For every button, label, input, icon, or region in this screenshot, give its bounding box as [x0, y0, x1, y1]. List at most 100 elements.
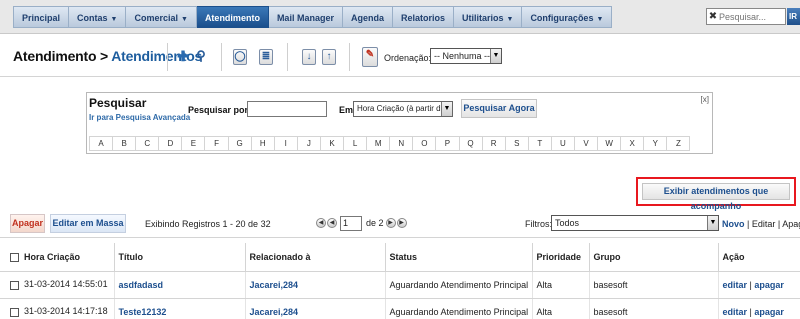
delete-button[interactable]: Apagar: [10, 214, 45, 233]
search-icon[interactable]: ⚲: [194, 49, 208, 65]
letter-p[interactable]: P: [435, 136, 460, 151]
letter-z[interactable]: Z: [666, 136, 691, 151]
cell-titulo: Teste12132: [113, 298, 245, 319]
select-all-checkbox[interactable]: [10, 252, 19, 262]
letter-q[interactable]: Q: [458, 136, 483, 151]
tools-icon[interactable]: ✎: [362, 47, 378, 67]
record-count: Exibindo Registros 1 - 20 de 32: [145, 219, 271, 229]
search-field-select[interactable]: Hora Criação (à partir de) ▼: [353, 101, 453, 117]
column-status[interactable]: Status: [384, 243, 532, 272]
cell-grupo: basesoft: [588, 298, 718, 319]
letter-l[interactable]: L: [343, 136, 368, 151]
filter-select[interactable]: Todos ▼: [551, 215, 719, 231]
letter-o[interactable]: O: [412, 136, 437, 151]
delete-link[interactable]: apagar: [754, 307, 784, 317]
tab-comercial[interactable]: Comercial ▼: [126, 6, 197, 28]
search-panel-title: Pesquisar: [89, 96, 147, 110]
page-title: Atendimento > Atendimentos: [13, 48, 202, 64]
chevron-down-icon: ▼: [110, 16, 118, 23]
letter-d[interactable]: D: [158, 136, 183, 151]
pagination: ◀ ◀ 1 de 2 ▶ ▶: [316, 215, 408, 231]
page-header: Atendimento > Atendimentos ✚ ⚲ ◯ ≣ ↓ ↑ ✎…: [0, 35, 800, 77]
first-page-icon[interactable]: ◀: [316, 218, 326, 228]
edit-link[interactable]: editar: [723, 280, 748, 290]
letter-y[interactable]: Y: [643, 136, 668, 151]
tab-agenda[interactable]: Agenda: [342, 6, 393, 28]
chevron-down-icon: ▼: [506, 16, 514, 23]
letter-r[interactable]: R: [481, 136, 506, 151]
import-icon[interactable]: ↓: [302, 49, 316, 65]
letter-x[interactable]: X: [620, 136, 645, 151]
column-grupo[interactable]: Grupo: [588, 243, 718, 272]
tab-utilitarios[interactable]: Utilitarios ▼: [453, 6, 523, 28]
letter-m[interactable]: M: [366, 136, 391, 151]
table-row: 31-03-2014 14:55:01 asdfadasd Jacarei,28…: [0, 271, 800, 299]
letter-n[interactable]: N: [389, 136, 414, 151]
filter-edit-delete-links[interactable]: | Editar | Apagar: [745, 219, 800, 229]
related-link[interactable]: Jacarei,284: [250, 280, 299, 290]
cell-prioridade: Alta: [531, 271, 589, 299]
tab-principal[interactable]: Principal: [13, 6, 70, 28]
ticket-title-link[interactable]: Teste12132: [119, 307, 167, 317]
letter-w[interactable]: W: [597, 136, 622, 151]
global-search-input[interactable]: [719, 11, 779, 22]
wrench-icon[interactable]: ✖: [707, 11, 719, 22]
letter-f[interactable]: F: [204, 136, 229, 151]
sort-label: Ordenação:: [384, 53, 432, 63]
column-titulo[interactable]: Título: [113, 243, 245, 272]
column-prioridade[interactable]: Prioridade: [531, 243, 589, 272]
tab-mail-manager[interactable]: Mail Manager: [268, 6, 343, 28]
letter-a[interactable]: A: [89, 136, 114, 151]
column-relacionado[interactable]: Relacionado à: [244, 243, 385, 272]
letter-j[interactable]: J: [296, 136, 321, 151]
letter-i[interactable]: I: [273, 136, 298, 151]
letter-g[interactable]: G: [227, 136, 252, 151]
speech-bubble-icon[interactable]: ◯: [233, 49, 247, 65]
letter-b[interactable]: B: [112, 136, 137, 151]
new-filter-link[interactable]: Novo: [722, 219, 745, 229]
search-go-button[interactable]: IR: [787, 8, 800, 25]
letter-h[interactable]: H: [250, 136, 275, 151]
prev-page-icon[interactable]: ◀: [327, 218, 337, 228]
letter-v[interactable]: V: [573, 136, 599, 151]
export-icon[interactable]: ↑: [322, 49, 336, 65]
search-by-label: Pesquisar por: [188, 105, 249, 115]
column-acao: Ação: [717, 243, 800, 272]
letter-t[interactable]: T: [527, 136, 552, 151]
cell-status: Aguardando Atendimento Principal: [384, 271, 532, 299]
letter-k[interactable]: K: [319, 136, 345, 151]
search-submit-button[interactable]: Pesquisar Agora: [461, 99, 537, 118]
advanced-search-link[interactable]: Ir para Pesquisa Avançada: [89, 113, 190, 122]
clipboard-icon[interactable]: ≣: [259, 49, 273, 65]
sort-select[interactable]: -- Nenhuma -- ▼: [430, 48, 502, 64]
row-checkbox[interactable]: [10, 280, 19, 290]
last-page-icon[interactable]: ▶: [396, 218, 407, 228]
page-input[interactable]: 1: [340, 215, 362, 231]
row-checkbox[interactable]: [10, 307, 19, 317]
tab-relatorios[interactable]: Relatorios: [392, 6, 454, 28]
show-followed-button[interactable]: Exibir atendimentos que acompanho: [642, 183, 790, 211]
letter-e[interactable]: E: [181, 136, 206, 151]
column-hora-criacao[interactable]: Hora Criação: [0, 243, 114, 272]
mass-edit-button[interactable]: Editar em Massa: [50, 214, 126, 233]
letter-s[interactable]: S: [504, 136, 529, 151]
global-search: ✖: [706, 8, 786, 25]
letter-u[interactable]: U: [550, 136, 575, 151]
tab-configuracoes[interactable]: Configurações ▼: [522, 6, 613, 28]
close-search-panel[interactable]: [x]: [701, 95, 709, 104]
edit-link[interactable]: editar: [723, 307, 748, 317]
letter-c[interactable]: C: [135, 136, 160, 151]
divider: [287, 43, 288, 71]
next-page-icon[interactable]: ▶: [385, 218, 396, 228]
search-field-value: Hora Criação (à partir de): [357, 104, 448, 113]
follow-highlight: Exibir atendimentos que acompanho: [636, 177, 796, 211]
search-input[interactable]: [247, 101, 327, 117]
chevron-down-icon: ▼: [181, 16, 188, 23]
add-icon[interactable]: ✚: [176, 49, 190, 65]
tab-atendimento[interactable]: Atendimento: [196, 6, 269, 28]
related-link[interactable]: Jacarei,284: [250, 307, 299, 317]
alphabet-filter: A B C D E F G H I J K L M N O P Q R S T …: [89, 136, 691, 151]
tab-contas[interactable]: Contas ▼: [69, 6, 127, 28]
delete-link[interactable]: apagar: [754, 280, 784, 290]
ticket-title-link[interactable]: asdfadasd: [119, 280, 164, 290]
